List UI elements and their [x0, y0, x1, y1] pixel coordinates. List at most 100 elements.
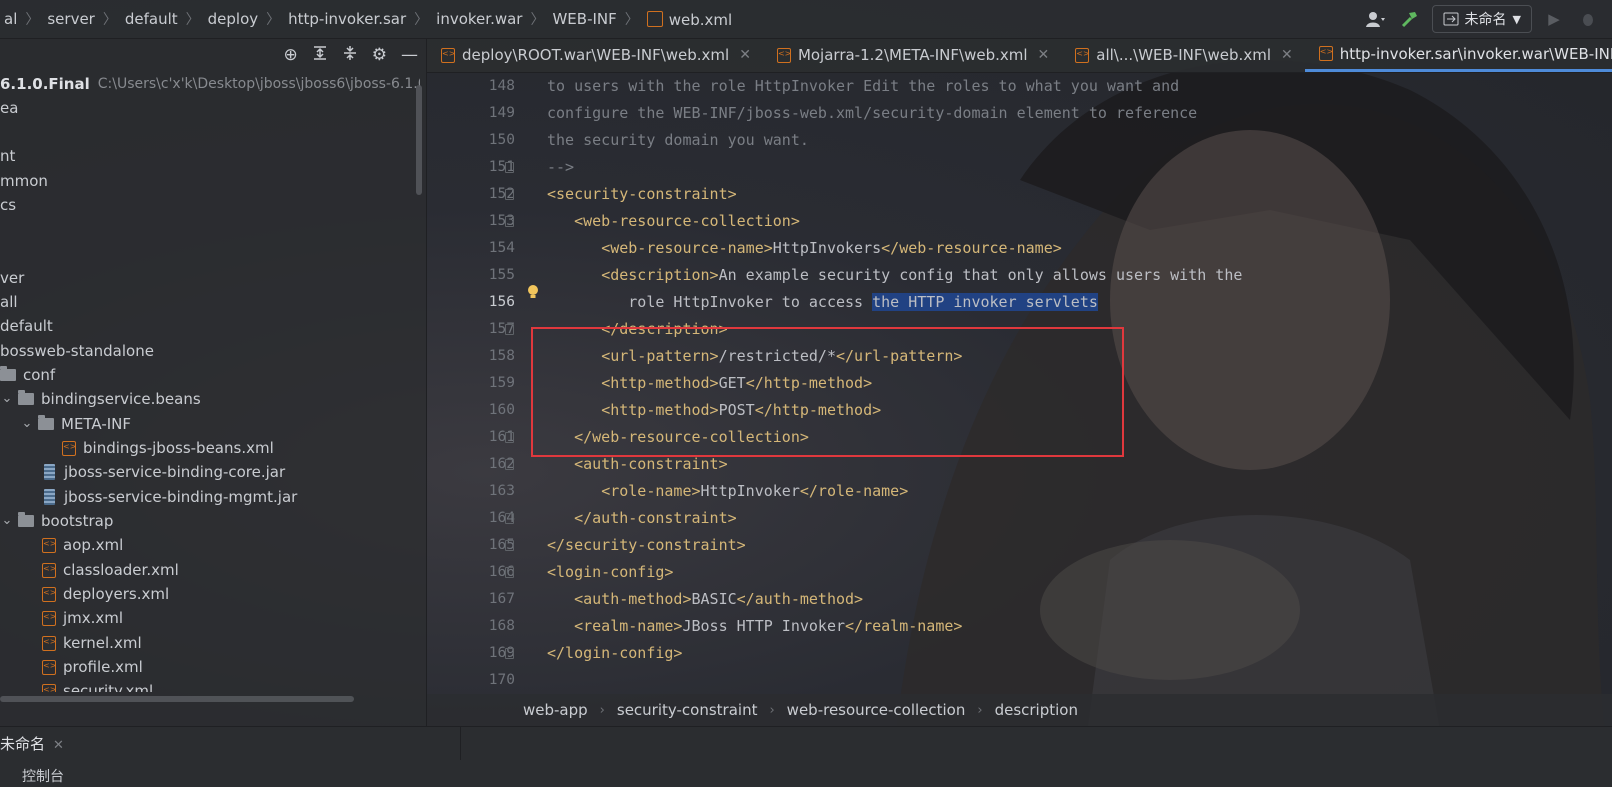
tree-file[interactable]: profile.xml: [42, 655, 143, 679]
crumb-web-xml[interactable]: web.xml: [643, 9, 736, 29]
fold-marker-icon[interactable]: [505, 540, 514, 551]
vertical-scrollbar[interactable]: [416, 85, 422, 195]
collapse-all-icon[interactable]: [342, 45, 358, 66]
code-line[interactable]: </login-config>: [547, 640, 682, 667]
run-config-label: 未命名: [1464, 12, 1507, 28]
code-line[interactable]: configure the WEB-INF/jboss-web.xml/secu…: [547, 100, 1197, 127]
code-line[interactable]: the security domain you want.: [547, 127, 809, 154]
fold-marker-icon[interactable]: [505, 648, 514, 659]
code-line[interactable]: <role-name>HttpInvoker</role-name>: [547, 478, 908, 505]
crumb-http-invoker-sar[interactable]: http-invoker.sar: [284, 10, 410, 28]
code-line[interactable]: </security-constraint>: [547, 532, 746, 559]
tree-file[interactable]: jboss-service-binding-core.jar: [44, 460, 285, 484]
chevron-down-icon[interactable]: ⌄: [20, 412, 34, 436]
crumb-web-resource-collection[interactable]: web-resource-collection: [781, 701, 972, 719]
tab-mojarra-web-xml[interactable]: Mojarra-1.2\META-INF\web.xml ✕: [763, 38, 1061, 72]
line-number: 154: [488, 240, 515, 256]
fold-marker-icon[interactable]: [505, 567, 514, 578]
tree-item[interactable]: default: [0, 314, 53, 338]
tree-item[interactable]: bossweb-standalone: [0, 339, 154, 363]
horizontal-scrollbar[interactable]: [0, 696, 354, 702]
code-line[interactable]: <auth-method>BASIC</auth-method>: [547, 586, 863, 613]
debug-icon[interactable]: [1576, 7, 1600, 31]
chevron-down-icon[interactable]: ⌄: [0, 509, 14, 533]
code-line[interactable]: <web-resource-name>HttpInvokers</web-res…: [547, 235, 1062, 262]
crumb-invoker-war[interactable]: invoker.war: [432, 10, 526, 28]
close-icon[interactable]: ✕: [1281, 47, 1293, 63]
tree-folder-conf[interactable]: conf: [0, 363, 55, 387]
crumb-web-inf[interactable]: WEB-INF: [548, 10, 620, 28]
folder-icon: [38, 415, 54, 430]
gear-icon[interactable]: ⚙: [372, 45, 387, 65]
tab-run[interactable]: 未命名 ✕: [0, 727, 64, 761]
tree-folder-bindingservice[interactable]: ⌄ bindingservice.beans: [0, 387, 201, 411]
close-icon[interactable]: ✕: [1038, 47, 1050, 63]
tree-file[interactable]: classloader.xml: [42, 558, 179, 582]
tab-http-invoker-web-xml[interactable]: http-invoker.sar\invoker.war\WEB-INF\web…: [1304, 38, 1612, 72]
crumb-default[interactable]: default: [121, 10, 182, 28]
fold-marker-icon[interactable]: [505, 432, 514, 443]
code-line[interactable]: to users with the role HttpInvoker Edit …: [547, 73, 1179, 100]
run-icon[interactable]: ▶: [1542, 7, 1566, 31]
crumb-security-constraint[interactable]: security-constraint: [611, 701, 764, 719]
tab-root-web-xml[interactable]: deploy\ROOT.war\WEB-INF\web.xml ✕: [427, 38, 763, 72]
locate-icon[interactable]: ⊕: [284, 45, 298, 65]
selected-text[interactable]: the HTTP invoker servlets: [872, 293, 1098, 311]
code-line[interactable]: <description>An example security config …: [547, 262, 1242, 289]
chevron-down-icon[interactable]: ⌄: [0, 387, 14, 411]
tree-file[interactable]: deployers.xml: [42, 582, 169, 606]
code-line[interactable]: </auth-constraint>: [547, 505, 737, 532]
fold-marker-icon[interactable]: [505, 162, 514, 173]
code-line[interactable]: <security-constraint>: [547, 181, 737, 208]
tab-all-web-xml[interactable]: all\...\WEB-INF\web.xml ✕: [1061, 38, 1304, 72]
crumb-web-app[interactable]: web-app: [517, 701, 594, 719]
tree-item[interactable]: nt: [0, 144, 15, 168]
fold-marker-icon[interactable]: [505, 324, 514, 335]
highlight-annotation-box: [531, 327, 1124, 457]
tab-console[interactable]: 控制台: [22, 766, 64, 786]
tree-file[interactable]: bindings-jboss-beans.xml: [62, 436, 274, 460]
xml-file-icon: [42, 659, 56, 675]
tree-file[interactable]: security.xml: [42, 679, 153, 692]
code-line[interactable]: -->: [547, 154, 574, 181]
crumb-server[interactable]: server: [43, 10, 98, 28]
tree-item-label: nt: [0, 147, 16, 165]
crumb-deploy[interactable]: deploy: [204, 10, 263, 28]
jar-file-icon: [44, 489, 55, 505]
code-line[interactable]: role HttpInvoker to access the HTTP invo…: [547, 289, 1098, 316]
xml-file-icon: [42, 586, 56, 602]
close-icon[interactable]: ✕: [739, 47, 751, 63]
fold-marker-icon[interactable]: [505, 189, 514, 200]
crumb-description[interactable]: description: [989, 701, 1084, 719]
minimize-icon[interactable]: —: [401, 45, 418, 65]
hammer-build-icon[interactable]: [1398, 7, 1422, 31]
crumb-root[interactable]: al: [0, 10, 21, 28]
tree-item[interactable]: all: [0, 290, 18, 314]
tree-item[interactable]: ea: [0, 96, 18, 120]
tree-file[interactable]: aop.xml: [42, 533, 123, 557]
navigation-bar: al 〉 server 〉 default 〉 deploy 〉 http-invoke…: [0, 0, 1612, 39]
tree-file[interactable]: kernel.xml: [42, 631, 142, 655]
tree-item[interactable]: cs: [0, 193, 16, 217]
expand-all-icon[interactable]: [312, 45, 328, 66]
code-line[interactable]: <login-config>: [547, 559, 673, 586]
tree-folder-meta-inf[interactable]: ⌄ META-INF: [20, 412, 131, 436]
tree-item[interactable]: ver: [0, 266, 24, 290]
tree-item-label: cs: [0, 196, 17, 214]
tree-item[interactable]: mmon: [0, 169, 48, 193]
fold-marker-icon[interactable]: [505, 459, 514, 470]
user-icon[interactable]: [1364, 7, 1388, 31]
tree-file[interactable]: jmx.xml: [42, 606, 123, 630]
tree-root[interactable]: 6.1.0.Final C:\Users\c'x'k\Desktop\jboss…: [0, 72, 420, 96]
fold-marker-icon[interactable]: [505, 216, 514, 227]
fold-marker-icon[interactable]: [505, 513, 514, 524]
code-line[interactable]: <web-resource-collection>: [547, 208, 800, 235]
tree-folder-bootstrap[interactable]: ⌄ bootstrap: [0, 509, 113, 533]
lightbulb-icon[interactable]: [527, 284, 539, 300]
folder-icon: [0, 366, 16, 381]
console-bar: 控制台: [0, 760, 1612, 787]
close-icon[interactable]: ✕: [53, 738, 64, 753]
run-config-selector[interactable]: 未命名 ▼: [1431, 5, 1532, 33]
code-line[interactable]: <realm-name>JBoss HTTP Invoker</realm-na…: [547, 613, 962, 640]
tree-file[interactable]: jboss-service-binding-mgmt.jar: [44, 485, 297, 509]
